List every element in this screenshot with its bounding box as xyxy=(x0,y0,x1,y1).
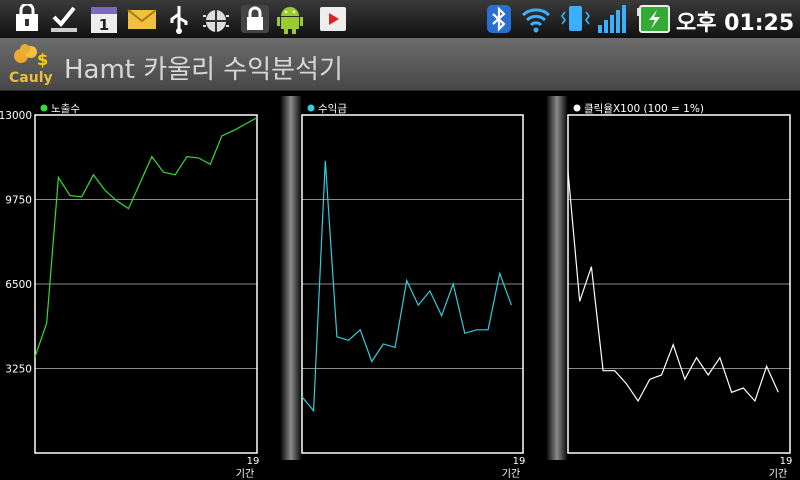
panel-separator-1 xyxy=(280,96,302,460)
x-tick-label-2: 19 xyxy=(513,456,526,467)
y-tick-label-1-1: 13000 xyxy=(0,110,32,122)
series-line-2 xyxy=(301,160,512,413)
x-tick-label-1: 19 xyxy=(247,456,260,467)
battery-charging-icon xyxy=(637,5,670,33)
legend-label-1: 노출수 xyxy=(51,103,80,115)
status-bar: 1 오후 01:25 xyxy=(0,0,800,38)
legend-label-3: 클릭율X100 (100 = 1%) xyxy=(584,103,704,115)
calendar-icon: 1 xyxy=(91,7,117,34)
y-tick-label-1-3: 6500 xyxy=(5,279,32,291)
vibrate-icon xyxy=(561,6,590,31)
app-title: Hamt 카울리 수익분석기 xyxy=(64,55,343,85)
mail-icon xyxy=(127,9,157,29)
clock: 오후 01:25 xyxy=(676,11,795,36)
x-axis-label-2: 기간 xyxy=(502,468,520,480)
lock-bag-icon xyxy=(16,4,38,31)
legend-label-2: 수익금 xyxy=(318,103,347,115)
signal-icon xyxy=(598,5,626,33)
y-tick-label-1-4: 3250 xyxy=(5,364,32,376)
logo-text: Cauly xyxy=(9,70,53,85)
charts-area: 노출수1300097506500325019기간수익금19기간클릭율X100 (… xyxy=(0,96,793,480)
legend-dot-3 xyxy=(573,104,581,112)
legend-dot-1 xyxy=(40,104,48,112)
panel-separator-2 xyxy=(546,96,568,460)
series-line-3 xyxy=(567,171,779,403)
play-store-icon xyxy=(320,7,346,31)
x-axis-label-1: 기간 xyxy=(236,468,254,480)
svg-text:$: $ xyxy=(37,50,48,69)
download-done-icon xyxy=(51,6,77,32)
y-tick-label-1-2: 9750 xyxy=(5,195,32,207)
lock-icon xyxy=(241,5,269,33)
app-logo: $ Cauly xyxy=(9,44,53,85)
x-axis-label-3: 기간 xyxy=(769,468,787,480)
calendar-day: 1 xyxy=(99,16,109,34)
legend-dot-2 xyxy=(307,104,315,112)
android-icon xyxy=(277,7,303,34)
usb-icon xyxy=(170,6,188,34)
wifi-icon xyxy=(521,8,551,33)
x-tick-label-3: 19 xyxy=(780,456,793,467)
android-debug-icon xyxy=(203,10,229,32)
title-bar: $ Cauly Hamt 카울리 수익분석기 xyxy=(0,38,800,91)
series-line-1 xyxy=(34,117,258,357)
bluetooth-icon xyxy=(487,5,511,33)
